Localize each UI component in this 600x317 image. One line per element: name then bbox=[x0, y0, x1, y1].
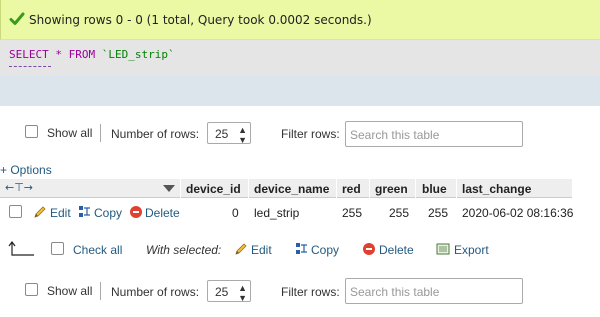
divider bbox=[100, 124, 101, 142]
rows-per-page-value: 25 bbox=[215, 285, 229, 299]
rows-per-page-select[interactable]: 25 ▲ ▼ bbox=[207, 280, 251, 303]
arrow-left-up-icon bbox=[8, 241, 34, 256]
column-arrows-icon[interactable]: ←⊤→ bbox=[5, 181, 33, 194]
bulk-actions: Check all With selected: Edit Copy Delet… bbox=[0, 236, 600, 262]
copy-link[interactable]: Copy bbox=[94, 206, 122, 220]
edit-link[interactable]: Edit bbox=[50, 206, 71, 220]
filter-rows-label: Filter rows: bbox=[281, 285, 340, 299]
copy-icon[interactable] bbox=[295, 242, 309, 256]
sql-table-name: `LED_strip` bbox=[101, 48, 175, 61]
sql-keyword-from: FROM bbox=[68, 48, 96, 61]
divider bbox=[248, 179, 249, 198]
bulk-export-button[interactable]: Export bbox=[454, 243, 489, 257]
cell-blue: 255 bbox=[428, 206, 449, 220]
check-all-checkbox[interactable] bbox=[51, 242, 64, 255]
sql-star: * bbox=[55, 48, 62, 61]
sort-triangle-icon[interactable] bbox=[163, 185, 175, 192]
table-header: ←⊤→ device_id device_name red green blue… bbox=[0, 179, 572, 198]
query-toolbar-strip bbox=[0, 76, 600, 106]
nav-top: Show all Number of rows: 25 ▲ ▼ Filter ro… bbox=[0, 119, 600, 149]
divider bbox=[456, 179, 457, 198]
success-message-bar: Showing rows 0 - 0 (1 total, Query took … bbox=[0, 0, 600, 40]
divider bbox=[100, 282, 101, 300]
options-link[interactable]: + Options bbox=[0, 163, 52, 177]
show-all-label[interactable]: Show all bbox=[47, 126, 92, 140]
bulk-edit-button[interactable]: Edit bbox=[251, 243, 272, 257]
delete-link[interactable]: Delete bbox=[145, 206, 180, 220]
pencil-icon[interactable] bbox=[33, 205, 47, 219]
rows-per-page-value: 25 bbox=[215, 127, 229, 141]
number-of-rows-label: Number of rows: bbox=[111, 285, 200, 299]
bulk-copy-button[interactable]: Copy bbox=[311, 243, 339, 257]
column-header-device-name[interactable]: device_name bbox=[254, 182, 329, 196]
sql-keyword-select: SELECT bbox=[9, 48, 49, 61]
cell-device-name: led_strip bbox=[254, 206, 300, 220]
success-message-text: Showing rows 0 - 0 (1 total, Query took … bbox=[29, 13, 372, 27]
divider bbox=[336, 179, 337, 198]
row-checkbox[interactable] bbox=[9, 205, 22, 218]
filter-rows-input[interactable]: Search this table bbox=[345, 278, 523, 304]
divider bbox=[415, 179, 416, 198]
column-header-last-change[interactable]: last_change bbox=[462, 182, 531, 196]
cell-device-id: 0 bbox=[232, 206, 239, 220]
copy-icon[interactable] bbox=[78, 205, 92, 219]
divider bbox=[180, 179, 181, 198]
check-all-link[interactable]: Check all bbox=[73, 243, 122, 257]
sql-underline bbox=[9, 66, 51, 67]
filter-rows-input[interactable]: Search this table bbox=[345, 121, 523, 147]
sql-query: SELECT * FROM `LED_strip` bbox=[9, 48, 175, 61]
export-icon[interactable] bbox=[436, 242, 450, 256]
filter-rows-label: Filter rows: bbox=[281, 127, 340, 141]
dropdown-arrow-icon: ▲ ▼ bbox=[238, 283, 247, 303]
show-all-label[interactable]: Show all bbox=[47, 284, 92, 298]
delete-icon[interactable] bbox=[129, 205, 143, 219]
nav-bottom: Show all Number of rows: 25 ▲ ▼ Filter ro… bbox=[0, 276, 600, 306]
with-selected-label: With selected: bbox=[146, 243, 222, 257]
show-all-checkbox[interactable] bbox=[25, 125, 38, 138]
cell-last-change: 2020-06-02 08:16:36 bbox=[462, 206, 574, 220]
column-header-blue[interactable]: blue bbox=[422, 182, 447, 196]
rows-per-page-select[interactable]: 25 ▲ ▼ bbox=[207, 122, 251, 145]
checkmark-icon bbox=[9, 12, 25, 25]
number-of-rows-label: Number of rows: bbox=[111, 127, 200, 141]
show-all-checkbox[interactable] bbox=[25, 283, 38, 296]
column-header-device-id[interactable]: device_id bbox=[186, 182, 241, 196]
dropdown-arrow-icon: ▲ ▼ bbox=[238, 125, 247, 145]
column-header-red[interactable]: red bbox=[342, 182, 361, 196]
cell-green: 255 bbox=[389, 206, 410, 220]
pencil-icon[interactable] bbox=[234, 242, 248, 256]
table-row: Edit Copy Delete 0 led_strip 255 255 255… bbox=[0, 200, 574, 224]
delete-icon[interactable] bbox=[362, 242, 376, 256]
column-header-green[interactable]: green bbox=[375, 182, 408, 196]
cell-red: 255 bbox=[342, 206, 363, 220]
sql-query-box: SELECT * FROM `LED_strip` bbox=[0, 40, 600, 76]
divider bbox=[369, 179, 370, 198]
bulk-delete-button[interactable]: Delete bbox=[379, 243, 414, 257]
